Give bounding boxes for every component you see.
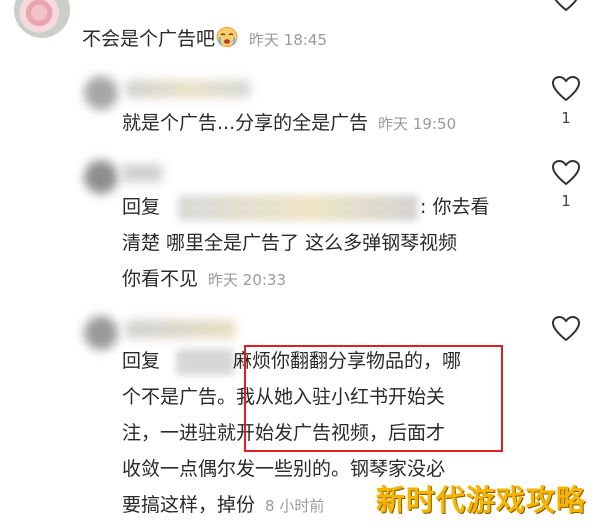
like-count: 1 <box>561 192 571 210</box>
reply-line: 回复 <box>122 191 160 224</box>
reply-body-line: 清楚 哪里全是广告了 这么多弹钢琴视频 <box>122 232 458 254</box>
reply-body-line: 你看不见 <box>122 268 199 290</box>
heart-icon[interactable] <box>552 160 580 186</box>
reply-prefix: 回复 <box>122 196 161 218</box>
highlight-box <box>244 345 503 452</box>
reply-username[interactable] <box>126 80 250 98</box>
reply-avatar[interactable] <box>84 160 118 194</box>
like-count: 1 <box>561 109 571 127</box>
reply-line: 清楚 哪里全是广告了 这么多弹钢琴视频 <box>122 227 457 260</box>
reply-line: 你看不见 昨天 20:33 <box>122 263 286 297</box>
reply-timestamp: 昨天 20:33 <box>208 271 287 289</box>
heart-icon[interactable] <box>552 76 580 102</box>
watermark: 新时代游戏攻略 <box>375 483 586 517</box>
comment-text: 不会是个广告吧 昨天 18:45 <box>82 23 327 57</box>
reply-body: 就是个广告...分享的全是广告 <box>122 112 369 134</box>
reply-line: 回复 <box>122 345 160 378</box>
reply-line: : 你去看 <box>420 191 489 224</box>
reply-username[interactable] <box>126 320 236 338</box>
reply-username[interactable] <box>122 164 162 182</box>
commenter-avatar[interactable] <box>14 0 70 38</box>
reply-prefix: 回复 <box>122 350 161 372</box>
heart-icon[interactable] <box>552 0 580 12</box>
mentioned-username[interactable] <box>176 349 234 375</box>
reply-body-line: : 你去看 <box>420 196 490 218</box>
crying-face-icon <box>216 27 238 47</box>
comment-body: 不会是个广告吧 <box>82 28 216 50</box>
comment-timestamp: 昨天 18:45 <box>249 31 328 49</box>
mentioned-username[interactable] <box>178 195 418 221</box>
reply-timestamp: 昨天 19:50 <box>378 115 457 133</box>
reply-avatar[interactable] <box>84 76 118 110</box>
reply-timestamp: 8 小时前 <box>265 497 325 515</box>
reply-text: 就是个广告...分享的全是广告 昨天 19:50 <box>122 107 456 141</box>
heart-icon[interactable] <box>552 316 580 342</box>
reply-body-line: 要搞这样，掉份 <box>122 494 256 516</box>
reply-avatar[interactable] <box>84 316 118 350</box>
reply-line: 要搞这样，掉份 8 小时前 <box>122 489 324 523</box>
